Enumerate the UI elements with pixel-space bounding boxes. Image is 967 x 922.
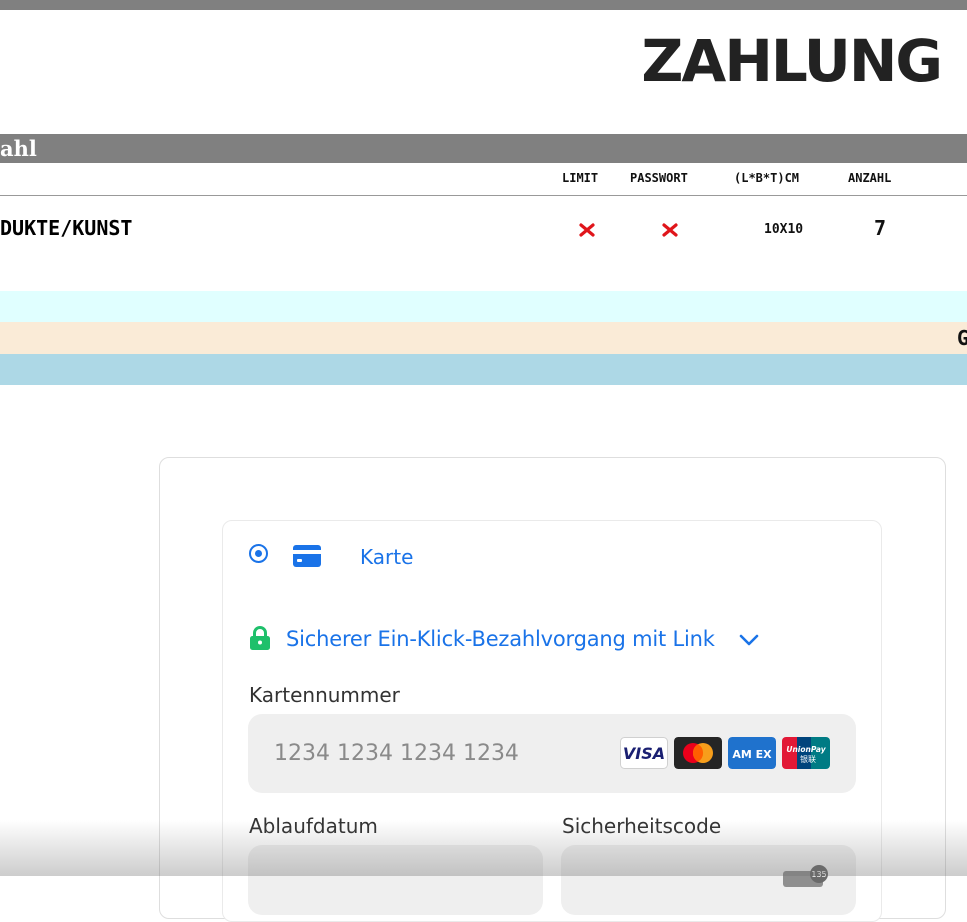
- page-title: ZAHLUNG: [641, 27, 943, 95]
- lock-icon: [250, 626, 270, 650]
- table-divider: [0, 195, 967, 196]
- section-bar: ahl: [0, 134, 967, 163]
- unionpay-brand-subtext: 银联: [800, 754, 816, 764]
- column-header-quantity: ANZAHL: [848, 171, 892, 185]
- top-bar: [0, 0, 967, 10]
- red-cross-icon: [662, 223, 678, 237]
- amex-brand-text: AM EX: [732, 748, 772, 761]
- cvc-label: Sicherheitscode: [562, 814, 722, 838]
- unionpay-icon: UnionPay 银联: [782, 737, 830, 769]
- info-band-blue: [0, 354, 967, 385]
- table-row-quantity: 7: [874, 216, 887, 240]
- credit-card-icon: [293, 545, 321, 567]
- visa-icon: VISA: [620, 737, 668, 769]
- card-radio-button[interactable]: [249, 544, 268, 563]
- mastercard-icon: [674, 737, 722, 769]
- section-bar-label: ahl: [0, 136, 37, 161]
- card-number-label: Kartennummer: [249, 683, 400, 707]
- expiry-input[interactable]: [248, 845, 543, 915]
- tab-card[interactable]: Karte: [360, 545, 413, 569]
- visa-brand-text: VISA: [623, 744, 665, 763]
- red-cross-icon: [579, 223, 595, 237]
- column-header-password: PASSWORT: [630, 171, 688, 185]
- amex-icon: AM EX: [728, 737, 776, 769]
- table-row-size: 10X10: [764, 222, 804, 237]
- expiry-label: Ablaufdatum: [249, 814, 378, 838]
- info-band-cyan: [0, 291, 967, 322]
- info-band-beige: [0, 322, 967, 354]
- cvc-card-icon: 135: [783, 865, 828, 887]
- column-header-limit: LIMIT: [562, 171, 599, 185]
- cvc-icon-text: 135: [811, 870, 826, 879]
- link-express-checkout[interactable]: Sicherer Ein-Klick-Bezahlvorgang mit Lin…: [286, 627, 715, 651]
- column-header-dimensions: (L*B*T)CM: [734, 171, 800, 185]
- table-row-product-name: DUKTE/KUNST: [0, 216, 133, 240]
- chevron-down-icon[interactable]: [738, 631, 760, 649]
- unionpay-brand-text: UnionPay: [786, 745, 826, 754]
- info-band-text: G: [957, 326, 967, 350]
